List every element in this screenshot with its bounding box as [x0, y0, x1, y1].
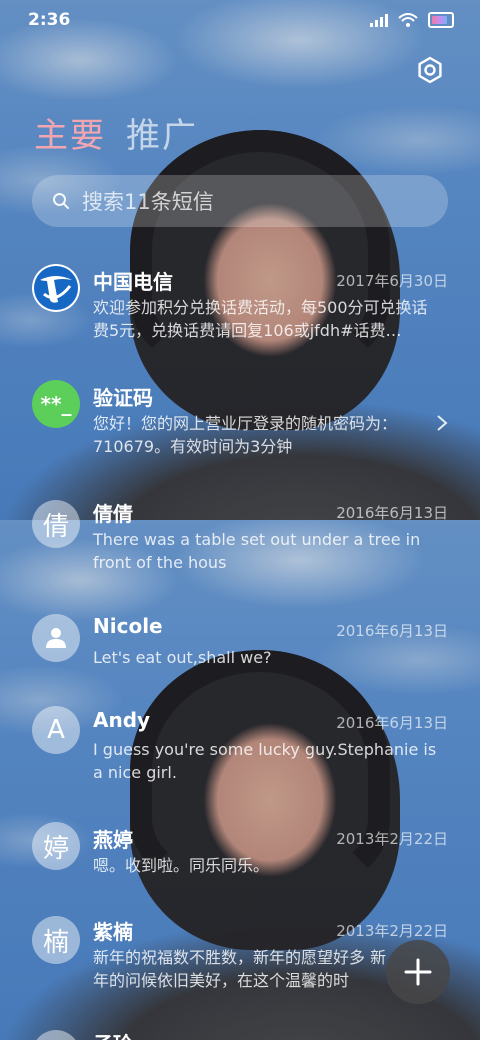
message-preview: 您好！您的网上营业厅登录的随机密码为：710679。有效时间为3分钟: [93, 414, 398, 456]
message-date: 2013年2月22日: [336, 830, 448, 848]
conversation-item[interactable]: 倩 倩倩 2016年6月13日 There was a table set ou…: [0, 496, 480, 586]
battery-icon: [428, 12, 454, 28]
status-bar: 2:36: [0, 0, 480, 40]
tab-bar: 主要 推广: [34, 108, 198, 157]
conversation-item[interactable]: 子玲: [0, 1026, 480, 1040]
contact-name: Andy: [93, 708, 151, 732]
person-icon: [32, 614, 80, 662]
status-time: 2:36: [28, 10, 71, 30]
message-preview: 欢迎参加积分兑换话费活动，每500分可兑换话费5元，兑换话费请回复106或jfd…: [93, 298, 428, 340]
conversation-item[interactable]: Nicole 2016年6月13日 Let's eat out,shall we…: [0, 612, 480, 682]
chevron-right-icon[interactable]: [436, 414, 448, 432]
avatar: [32, 1030, 80, 1040]
china-telecom-logo-icon: [32, 264, 80, 312]
avatar: 楠: [32, 916, 80, 964]
conversation-item[interactable]: 中国电信 2017年6月30日 欢迎参加积分兑换话费活动，每500分可兑换话费5…: [0, 262, 480, 352]
conversation-item[interactable]: **_ 验证码 您好！您的网上营业厅登录的随机密码为：710679。有效时间为3…: [0, 378, 480, 468]
signal-icon: [370, 13, 388, 27]
avatar: 婷: [32, 822, 80, 870]
wifi-icon: [398, 13, 418, 27]
search-placeholder: 搜索11条短信: [82, 190, 214, 214]
contact-name: 子玲: [93, 1028, 133, 1040]
contact-name: 中国电信: [93, 270, 173, 294]
contact-name: Nicole: [93, 614, 163, 638]
avatar: A: [32, 706, 80, 754]
message-preview: I guess you're some lucky guy.Stephanie …: [93, 740, 437, 782]
tab-main[interactable]: 主要: [34, 108, 106, 157]
conversation-item[interactable]: A Andy 2016年6月13日 I guess you're some lu…: [0, 706, 480, 796]
screen: 2:36 主要 推广 搜索11条短信 中国电信 2017年6月30日 欢迎参加积…: [0, 0, 480, 1040]
new-message-button[interactable]: [386, 940, 450, 1004]
message-preview: 新年的祝福数不胜数，新年的愿望好多 新年的问候依旧美好，在这个温馨的时: [93, 948, 387, 990]
conversation-item[interactable]: 婷 燕婷 2013年2月22日 嗯。收到啦。同乐同乐。: [0, 822, 480, 892]
contact-name: 紫楠: [93, 920, 133, 944]
search-icon: [53, 193, 69, 209]
message-date: 2016年6月13日: [336, 714, 448, 732]
message-preview: Let's eat out,shall we?: [93, 648, 272, 667]
avatar: 倩: [32, 500, 80, 548]
plus-icon: [404, 958, 432, 986]
message-preview: 嗯。收到啦。同乐同乐。: [93, 856, 270, 875]
message-date: 2013年2月22日: [336, 922, 448, 940]
tab-promotion[interactable]: 推广: [126, 108, 198, 157]
search-bar[interactable]: 搜索11条短信: [32, 175, 448, 227]
message-date: 2016年6月13日: [336, 622, 448, 640]
message-preview: There was a table set out under a tree i…: [93, 530, 421, 572]
contact-name: 燕婷: [93, 828, 133, 852]
settings-gear-icon[interactable]: [416, 56, 444, 84]
message-date: 2016年6月13日: [336, 504, 448, 522]
contact-name: 倩倩: [93, 502, 133, 526]
message-date: 2017年6月30日: [336, 272, 448, 290]
avatar: **_: [32, 380, 80, 428]
contact-name: 验证码: [93, 386, 153, 410]
